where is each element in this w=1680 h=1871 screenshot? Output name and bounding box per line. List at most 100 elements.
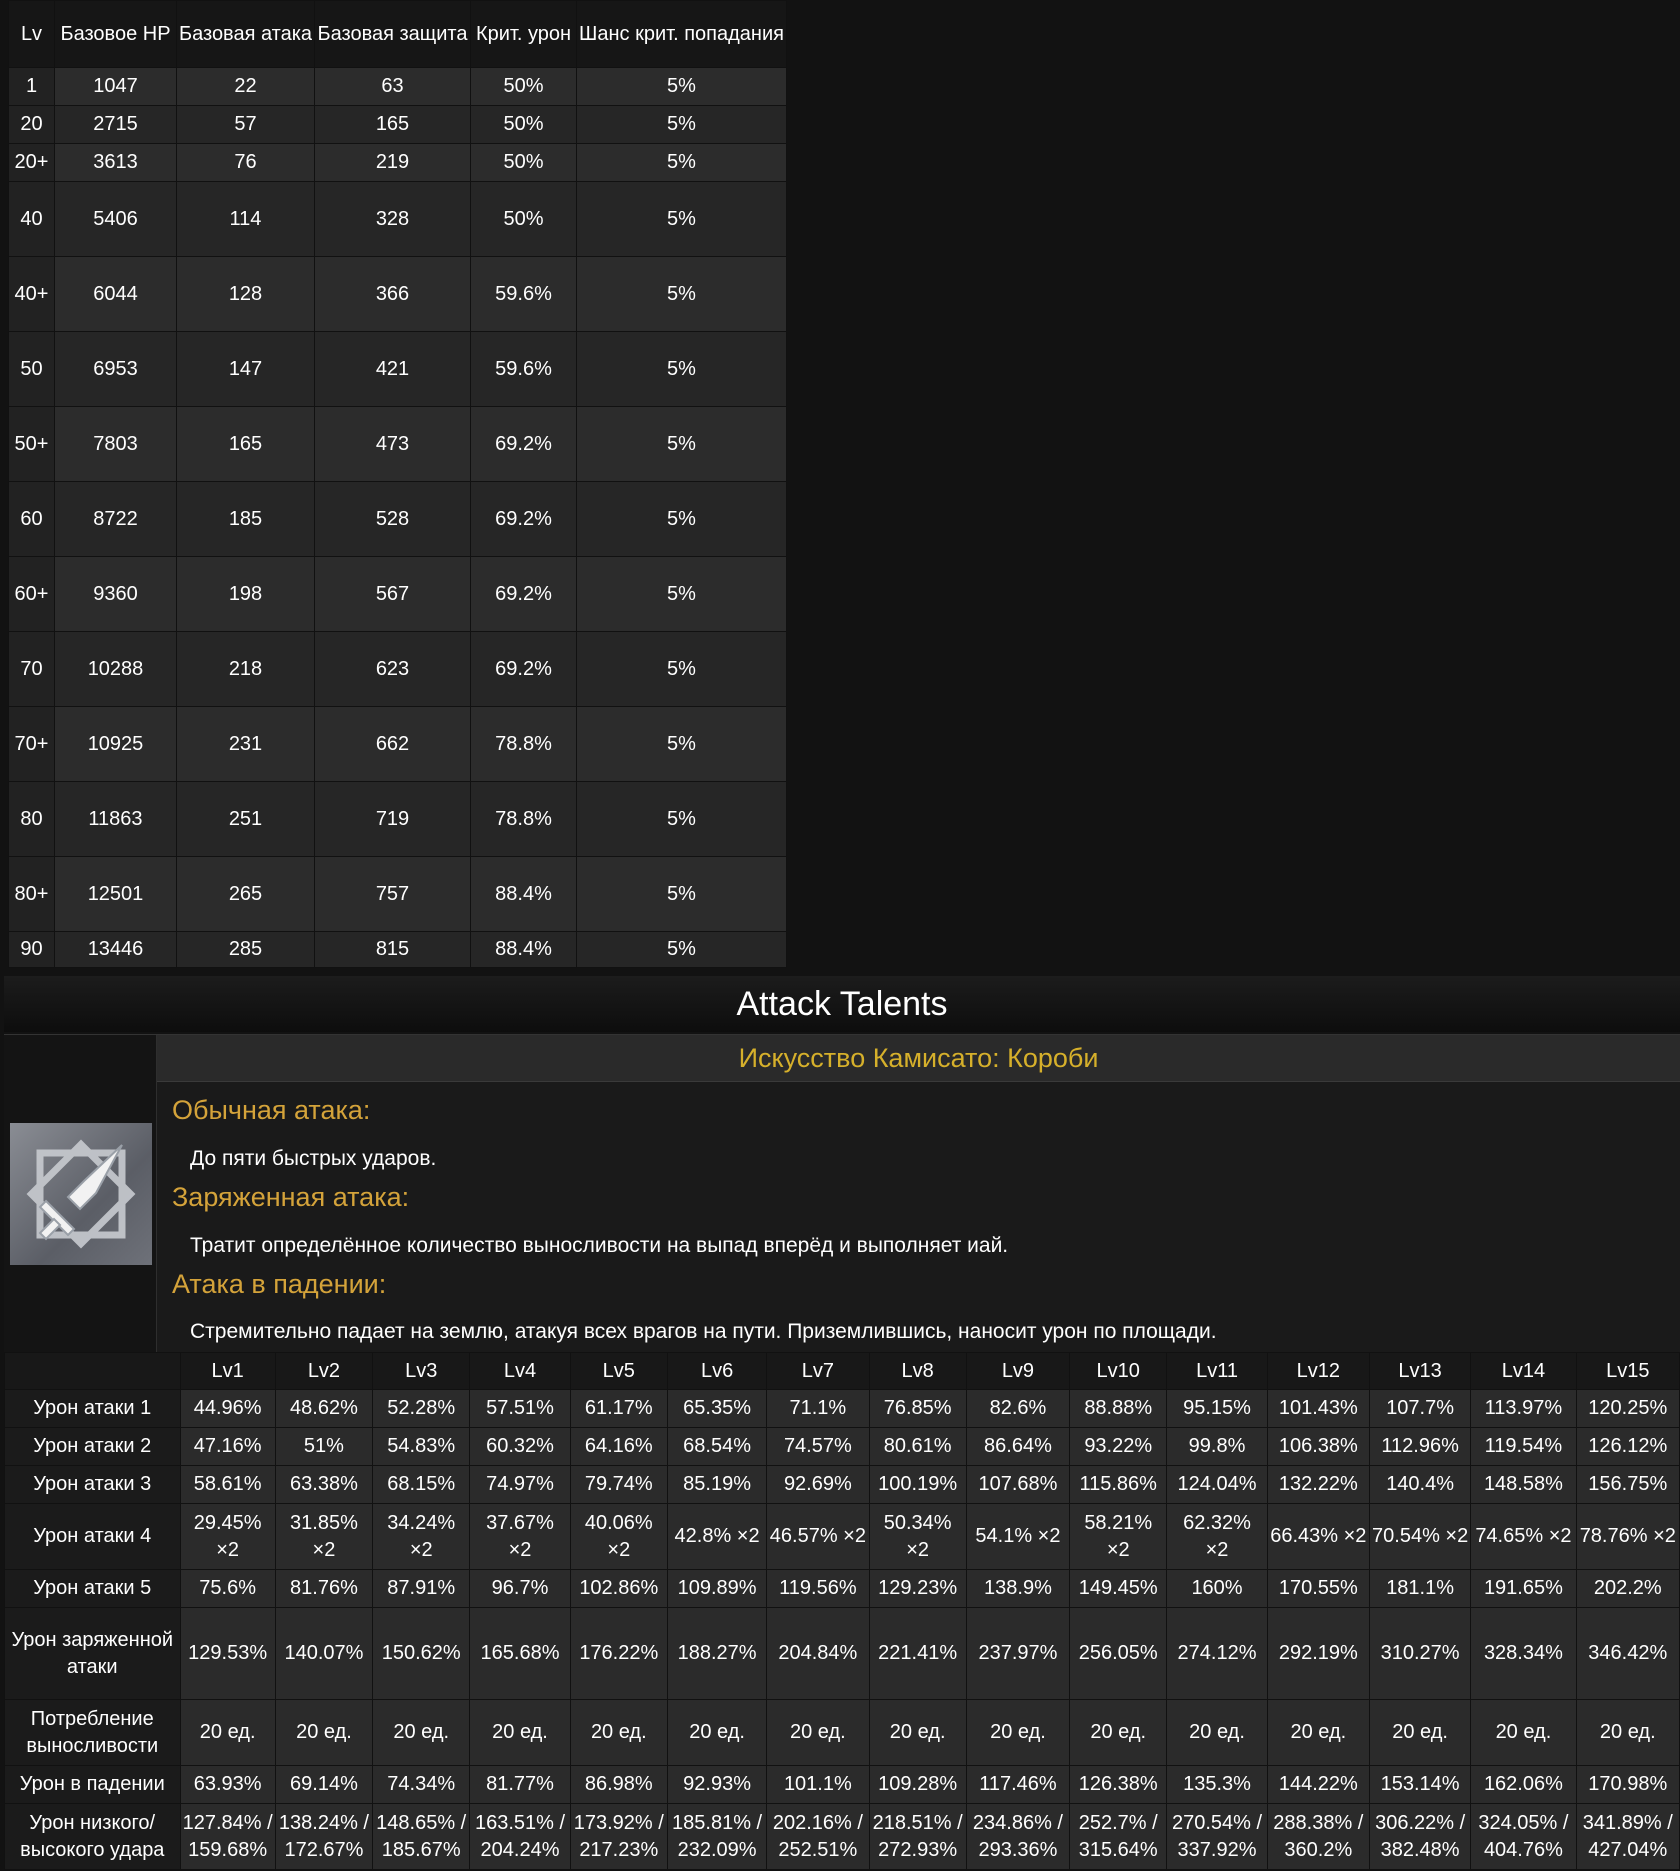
talent-value-cell: 138.9% — [965, 1569, 1071, 1608]
talent-value-cell: 99.8% — [1166, 1427, 1268, 1466]
talent-value-cell: 61.17% — [569, 1389, 668, 1428]
talent-value-cell: 135.3% — [1166, 1765, 1268, 1804]
talent-value-cell: 324.05% / 404.76% — [1470, 1803, 1577, 1870]
talent-row-label: Урон низкого/ высокого удара — [4, 1803, 181, 1870]
stats-level-cell: 40+ — [8, 256, 55, 332]
stats-value-cell: 13446 — [54, 931, 177, 968]
stats-value-cell: 78.8% — [470, 706, 577, 782]
talent-value-cell: 113.97% — [1470, 1389, 1577, 1428]
level-header-cell: Lv14 — [1470, 1352, 1577, 1390]
talent-value-cell: 37.67% ×2 — [469, 1503, 571, 1570]
talent-value-cell: 71.1% — [766, 1389, 870, 1428]
levels-header-row: Lv1 Lv2 Lv3 Lv4 Lv5 Lv6 Lv7 Lv8 Lv9 Lv10 Lv11 Lv12 L… — [4, 1352, 1680, 1390]
talent-value-cell: 20 ед. — [766, 1699, 870, 1766]
talent-value-cell: 20 ед. — [1166, 1699, 1268, 1766]
talent-level-row: Урон атаки 5 75.6% 81.76% 87.91% 96.7% 102.86… — [4, 1569, 1680, 1608]
talent-value-cell: 40.06% ×2 — [569, 1503, 668, 1570]
stats-value-cell: 5% — [576, 105, 787, 144]
stats-level-cell: 70 — [8, 631, 55, 707]
stats-row: 90 13446 285 815 88.4% 5% — [8, 931, 787, 968]
talent-value-cell: 149.45% — [1069, 1569, 1168, 1608]
talent-value-cell: 54.1% ×2 — [965, 1503, 1071, 1570]
talent-value-cell: 93.22% — [1069, 1427, 1168, 1466]
talent-value-cell: 109.89% — [666, 1569, 768, 1608]
stats-level-cell: 20+ — [8, 143, 55, 182]
talent-value-cell: 160% — [1166, 1569, 1268, 1608]
stats-row: 70+ 10925 231 662 78.8% 5% — [8, 706, 787, 782]
stats-header-cell: Базовая защита — [314, 0, 471, 68]
talent-value-cell: 74.57% — [766, 1427, 870, 1466]
talent-value-cell: 52.28% — [372, 1389, 471, 1428]
talent-value-cell: 58.61% — [179, 1465, 276, 1504]
stats-value-cell: 5% — [576, 556, 787, 632]
talent-value-cell: 69.14% — [274, 1765, 374, 1804]
stats-row: 70 10288 218 623 69.2% 5% — [8, 631, 787, 707]
stats-row: 80 11863 251 719 78.8% 5% — [8, 781, 787, 857]
talent-value-cell: 20 ед. — [1069, 1699, 1168, 1766]
talent-value-cell: 20 ед. — [469, 1699, 571, 1766]
talent-value-cell: 20 ед. — [179, 1699, 276, 1766]
stats-value-cell: 165 — [314, 105, 471, 144]
stats-level-cell: 50 — [8, 331, 55, 407]
stats-value-cell: 128 — [176, 256, 315, 332]
talent-levels-table: Lv1 Lv2 Lv3 Lv4 Lv5 Lv6 Lv7 Lv8 Lv9 Lv10 Lv11 Lv12 L… — [4, 1352, 1680, 1870]
sword-crest-icon — [10, 1123, 152, 1265]
talent-row-label: Урон атаки 3 — [4, 1465, 181, 1504]
stats-level-cell: 1 — [8, 67, 55, 106]
stats-value-cell: 114 — [176, 181, 315, 257]
stats-value-cell: 218 — [176, 631, 315, 707]
talent-level-row: Потребление выносливости 20 ед. 20 ед. 20 е… — [4, 1699, 1680, 1766]
level-header-cell: Lv5 — [569, 1352, 668, 1390]
talent-value-cell: 202.2% — [1575, 1569, 1680, 1608]
stats-level-cell: 60 — [8, 481, 55, 557]
talent-level-row: Урон атаки 2 47.16% 51% 54.83% 60.32% 64.16% 6… — [4, 1427, 1680, 1466]
stats-value-cell: 8722 — [54, 481, 177, 557]
stats-value-cell: 815 — [314, 931, 471, 968]
stats-header-cell: Базовая атака — [176, 0, 315, 68]
stats-value-cell: 69.2% — [470, 556, 577, 632]
talent-value-cell: 153.14% — [1368, 1765, 1472, 1804]
talent-value-cell: 270.54% / 337.92% — [1166, 1803, 1268, 1870]
talent-value-cell: 95.15% — [1166, 1389, 1268, 1428]
stats-value-cell: 50% — [470, 143, 577, 182]
talent-row-label: Урон в падении — [4, 1765, 181, 1804]
stats-value-cell: 662 — [314, 706, 471, 782]
talent-value-cell: 81.76% — [274, 1569, 374, 1608]
talent-value-cell: 20 ед. — [372, 1699, 471, 1766]
talent-block: Искусство Камисато: Короби Обычная атака… — [4, 1034, 1680, 1353]
talent-value-cell: 68.54% — [666, 1427, 768, 1466]
talent-value-cell: 88.88% — [1069, 1389, 1168, 1428]
stats-value-cell: 88.4% — [470, 856, 577, 932]
talent-value-cell: 132.22% — [1266, 1465, 1370, 1504]
talent-value-cell: 252.7% / 315.64% — [1069, 1803, 1168, 1870]
talent-level-row: Урон атаки 4 29.45% ×2 31.85% ×2 34.24% ×2 3… — [4, 1503, 1680, 1570]
talent-value-cell: 288.38% / 360.2% — [1266, 1803, 1370, 1870]
stats-row: 20 2715 57 165 50% 5% — [8, 105, 787, 144]
stats-row: 20+ 3613 76 219 50% 5% — [8, 143, 787, 182]
stats-value-cell: 5406 — [54, 181, 177, 257]
talent-value-cell: 102.86% — [569, 1569, 668, 1608]
talent-value-cell: 66.43% ×2 — [1266, 1503, 1370, 1570]
stats-value-cell: 69.2% — [470, 406, 577, 482]
talent-value-cell: 148.58% — [1470, 1465, 1577, 1504]
talent-value-cell: 34.24% ×2 — [372, 1503, 471, 1570]
talent-value-cell: 20 ед. — [1575, 1699, 1680, 1766]
talent-value-cell: 120.25% — [1575, 1389, 1680, 1428]
level-header-cell: Lv3 — [372, 1352, 471, 1390]
talent-value-cell: 47.16% — [179, 1427, 276, 1466]
talent-value-cell: 126.12% — [1575, 1427, 1680, 1466]
attack-talents-header: Attack Talents — [4, 976, 1680, 1032]
talent-value-cell: 20 ед. — [666, 1699, 768, 1766]
talent-value-cell: 80.61% — [868, 1427, 967, 1466]
talent-value-cell: 20 ед. — [868, 1699, 967, 1766]
stats-value-cell: 219 — [314, 143, 471, 182]
talent-value-cell: 138.24% / 172.67% — [274, 1803, 374, 1870]
talent-value-cell: 81.77% — [469, 1765, 571, 1804]
talent-value-cell: 54.83% — [372, 1427, 471, 1466]
stats-value-cell: 9360 — [54, 556, 177, 632]
talent-value-cell: 173.92% / 217.23% — [569, 1803, 668, 1870]
talent-value-cell: 188.27% — [666, 1607, 768, 1700]
stats-row: 40 5406 114 328 50% 5% — [8, 181, 787, 257]
talent-value-cell: 191.65% — [1470, 1569, 1577, 1608]
talent-value-cell: 140.4% — [1368, 1465, 1472, 1504]
